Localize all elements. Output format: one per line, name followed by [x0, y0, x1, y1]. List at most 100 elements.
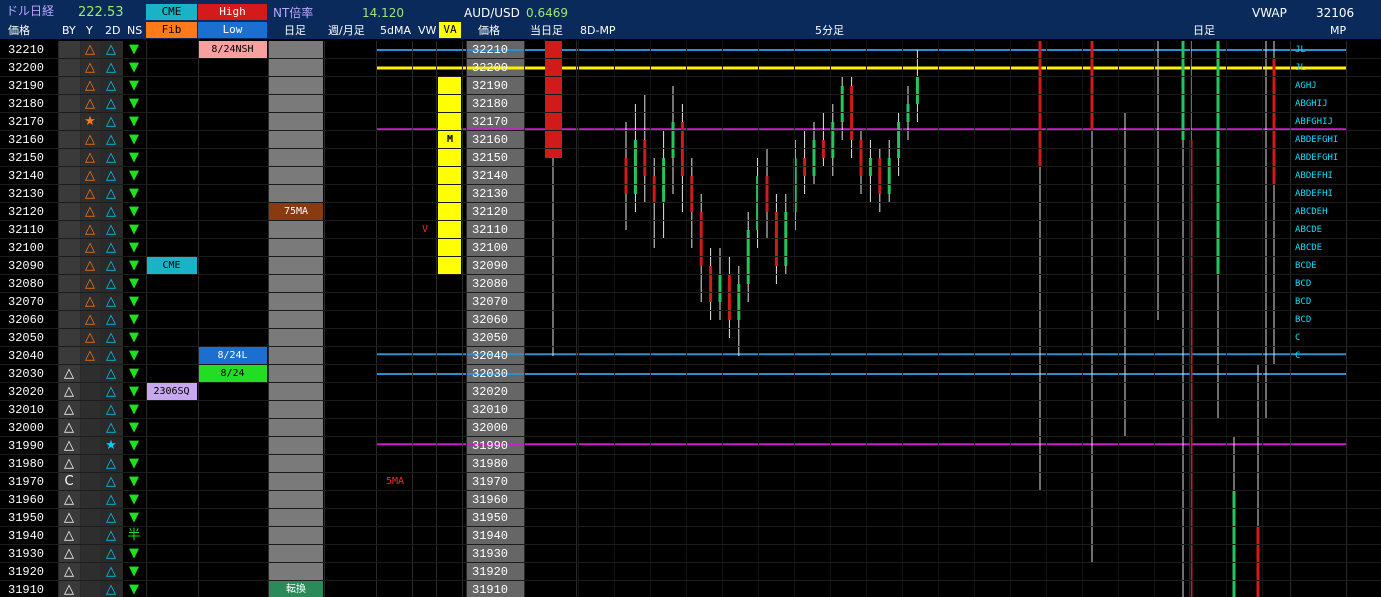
down-arrow-icon: ▼ [129, 168, 139, 183]
price-cell: 32030 [8, 367, 45, 381]
price-cell: 31910 [8, 583, 45, 597]
price-cell: 31950 [8, 511, 45, 525]
candle-body [624, 158, 628, 194]
price-cell-right: 32120 [472, 205, 509, 219]
price-cell: 32210 [8, 43, 45, 57]
down-arrow-icon: ▼ [129, 330, 139, 345]
price-cell-right: 32020 [472, 385, 509, 399]
triangle-icon: △ [106, 258, 116, 273]
mp-letters: ABGHIJ [1295, 99, 1328, 109]
by-marker: △ [64, 384, 74, 399]
chart-gridline [866, 41, 867, 597]
candle-body [690, 176, 694, 212]
row-divider [0, 508, 1381, 509]
down-arrow-icon: ▼ [129, 204, 139, 219]
price-cell-right: 32080 [472, 277, 509, 291]
label-5ma: 5MA [385, 476, 405, 487]
column-separator [146, 41, 147, 597]
price-cell: 31920 [8, 565, 45, 579]
label-75ma: 75MA [269, 203, 323, 220]
by-marker: △ [64, 564, 74, 579]
by-marker: △ [64, 582, 74, 597]
row-divider [0, 184, 1381, 185]
price-cell-right: 32050 [472, 331, 509, 345]
column-separator [576, 41, 577, 597]
column-separator [436, 41, 437, 597]
triangle-icon: △ [106, 240, 116, 255]
price-cell-right: 32150 [472, 151, 509, 165]
column-separator [462, 41, 463, 597]
chart-gridline [794, 41, 795, 597]
chart-gridline [938, 41, 939, 597]
triangle-icon: △ [106, 168, 116, 183]
chart-gridline [758, 41, 759, 597]
triangle-icon: △ [106, 330, 116, 345]
triangle-icon: △ [106, 456, 116, 471]
by-marker: △ [64, 510, 74, 525]
label-824nsh: 8/24NSH [198, 41, 267, 58]
candle-body [662, 158, 666, 203]
price-cell-right: 32040 [472, 349, 509, 363]
down-arrow-icon: ▼ [129, 348, 139, 363]
mp-letters: BCD [1295, 315, 1312, 325]
down-arrow-icon: ▼ [129, 222, 139, 237]
chart-gridline [902, 41, 903, 597]
column-separator [524, 41, 525, 597]
candle-body [803, 158, 807, 176]
mp-letters: BCD [1295, 279, 1312, 289]
price-cell-right: 32100 [472, 241, 509, 255]
column-separator [1346, 41, 1347, 597]
value-area-bar [438, 76, 461, 274]
candle-body [840, 86, 844, 122]
price-cell: 32020 [8, 385, 45, 399]
triangle-icon: △ [106, 78, 116, 93]
row-divider [0, 220, 1381, 221]
row-divider [0, 274, 1381, 275]
chart-gridline [1226, 41, 1227, 597]
price-cell-right: 32140 [472, 169, 509, 183]
price-cell: 32170 [8, 115, 45, 129]
row-divider [0, 166, 1381, 167]
triangle-icon: △ [85, 96, 95, 111]
down-arrow-icon: ▼ [129, 546, 139, 561]
down-arrow-icon: ▼ [129, 420, 139, 435]
price-cell-right: 32160 [472, 133, 509, 147]
row-divider [0, 94, 1381, 95]
triangle-icon: △ [106, 384, 116, 399]
chart-gridline [650, 41, 651, 597]
triangle-icon: △ [85, 132, 95, 147]
triangle-icon: △ [85, 150, 95, 165]
row-divider [0, 472, 1381, 473]
price-cell-right: 31910 [472, 583, 509, 597]
row-divider [0, 76, 1381, 77]
price-cell: 32070 [8, 295, 45, 309]
mp-letters: ABDEFGHI [1295, 135, 1339, 145]
by-marker: △ [64, 456, 74, 471]
price-cell-right: 32210 [472, 43, 509, 57]
chart-gridline [614, 41, 615, 597]
price-cell-right: 32170 [472, 115, 509, 129]
by-marker: △ [64, 438, 74, 453]
by-marker: △ [64, 528, 74, 543]
by-marker: △ [64, 402, 74, 417]
by-marker: △ [64, 366, 74, 381]
row-divider [0, 130, 1381, 131]
price-cell: 31940 [8, 529, 45, 543]
daily-body [1090, 41, 1094, 131]
mp-letters: C [1295, 333, 1301, 343]
label-824: 8/24 [198, 365, 267, 382]
triangle-icon: △ [85, 168, 95, 183]
triangle-icon: △ [85, 276, 95, 291]
triangle-icon: △ [85, 222, 95, 237]
mp-letters: ABDEFGHI [1295, 153, 1339, 163]
triangle-icon: △ [106, 276, 116, 291]
candle-body [727, 275, 731, 320]
triangle-icon: △ [106, 510, 116, 525]
chart-gridline [1154, 41, 1155, 597]
column-separator [324, 41, 325, 597]
label-m-marker: M [446, 134, 454, 145]
mp-letters: BCD [1295, 297, 1312, 307]
half-marker: 半 [127, 528, 141, 543]
row-divider [0, 544, 1381, 545]
chart-gridline [1190, 41, 1191, 597]
